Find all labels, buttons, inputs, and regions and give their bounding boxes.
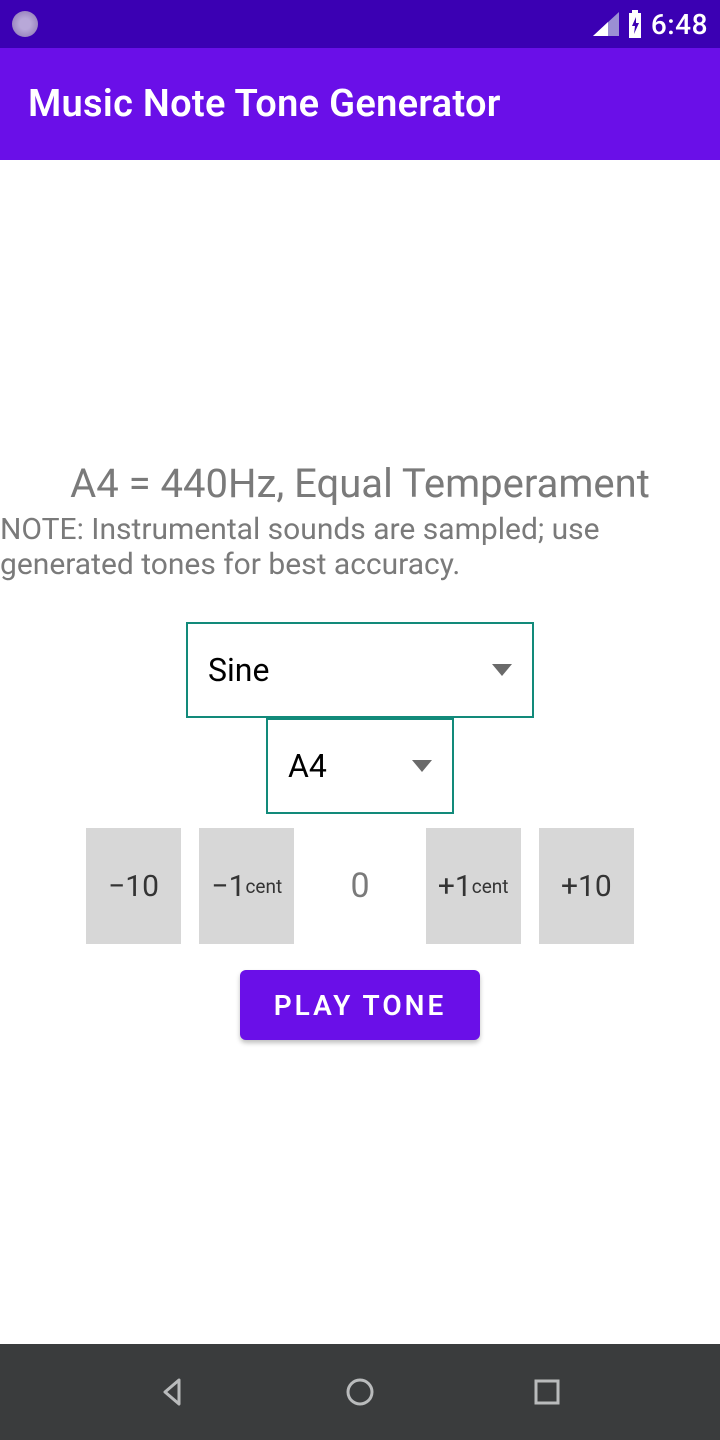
navigation-bar	[0, 1344, 720, 1440]
plus-1-cent-button[interactable]: +1cent	[426, 828, 521, 944]
play-tone-button[interactable]: PLAY TONE	[240, 970, 481, 1040]
chevron-down-icon	[492, 664, 512, 676]
waveform-select[interactable]: Sine	[186, 622, 534, 718]
cellular-signal-icon	[593, 12, 619, 36]
note-select[interactable]: A4	[266, 718, 454, 814]
recent-apps-button[interactable]	[527, 1372, 567, 1412]
cents-value: 0	[312, 866, 407, 906]
home-button[interactable]	[340, 1372, 380, 1412]
app-loading-icon	[12, 11, 38, 37]
info-note: NOTE: Instrumental sounds are sampled; u…	[0, 507, 720, 582]
battery-charging-icon	[627, 10, 643, 38]
main-content: A4 = 440Hz, Equal Temperament NOTE: Inst…	[0, 160, 720, 1344]
chevron-down-icon	[412, 760, 432, 772]
status-clock: 6:48	[651, 8, 708, 41]
waveform-value: Sine	[208, 651, 269, 689]
app-title: Music Note Tone Generator	[28, 82, 501, 126]
app-bar: Music Note Tone Generator	[0, 48, 720, 160]
back-button[interactable]	[153, 1372, 193, 1412]
minus-1-cent-button[interactable]: −1cent	[199, 828, 294, 944]
cents-adjust-row: −10 −1cent 0 +1cent +10	[0, 828, 720, 944]
note-value: A4	[288, 747, 327, 785]
plus-10-button[interactable]: +10	[539, 828, 634, 944]
status-bar: 6:48	[0, 0, 720, 48]
minus-10-button[interactable]: −10	[86, 828, 181, 944]
tuning-heading: A4 = 440Hz, Equal Temperament	[0, 460, 720, 507]
